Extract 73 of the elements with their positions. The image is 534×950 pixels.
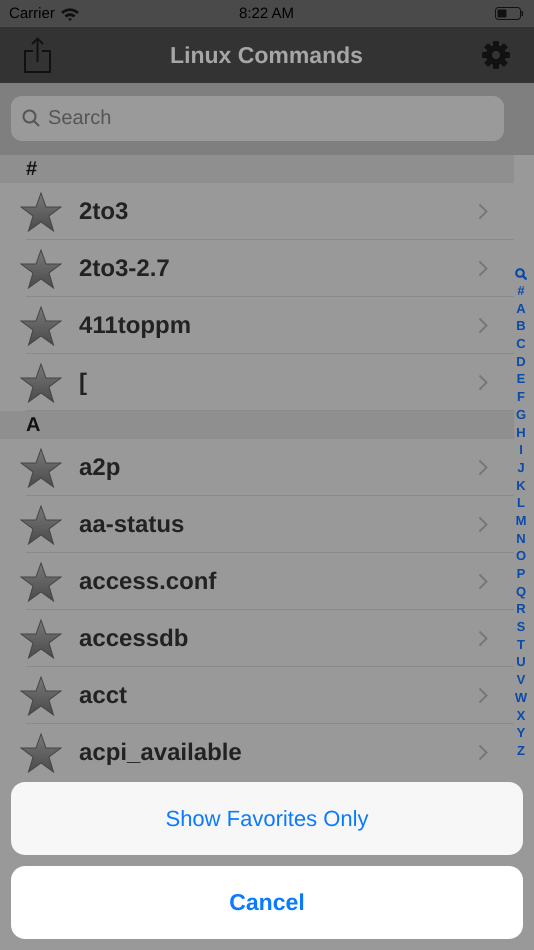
action-button[interactable]: Show Favorites Only xyxy=(11,782,523,855)
star-icon xyxy=(20,306,62,346)
chevron-icon xyxy=(478,260,488,277)
command-row[interactable]: aa-status xyxy=(0,496,514,553)
star-icon xyxy=(20,562,62,602)
section-header: A xyxy=(26,414,40,436)
command-row[interactable]: 2to3-2.7 xyxy=(0,240,514,297)
chevron-icon xyxy=(478,630,488,647)
star-icon xyxy=(20,448,62,488)
chevron-icon xyxy=(478,516,488,533)
index-letter[interactable]: I xyxy=(519,441,523,459)
cancel-button[interactable]: Cancel xyxy=(11,866,523,939)
star-icon xyxy=(20,192,62,232)
command-row[interactable]: a2p xyxy=(0,439,514,496)
chevron-icon xyxy=(478,459,488,476)
index-letter[interactable]: Y xyxy=(516,724,526,742)
share-button[interactable] xyxy=(24,37,51,73)
index-letter[interactable]: H xyxy=(516,424,526,442)
index-letter[interactable]: P xyxy=(516,565,526,583)
index-letter[interactable]: X xyxy=(516,706,526,724)
carrier-label: Carrier xyxy=(9,5,55,22)
index-letter[interactable]: N xyxy=(516,530,526,548)
command-row[interactable]: access.conf xyxy=(0,553,514,610)
chevron-icon xyxy=(478,573,488,590)
command-row[interactable]: [ xyxy=(0,354,514,411)
index-letter[interactable]: Z xyxy=(517,742,525,760)
star-icon xyxy=(20,504,62,544)
share-icon xyxy=(24,37,51,73)
index-letter[interactable]: T xyxy=(517,636,525,654)
index-letter[interactable]: J xyxy=(517,458,525,477)
chevron-icon xyxy=(478,744,488,761)
command-row[interactable]: 411toppm xyxy=(0,297,514,354)
wifi-icon xyxy=(60,6,80,21)
chevron-icon xyxy=(478,317,488,334)
battery-icon xyxy=(495,7,524,20)
search-icon xyxy=(22,109,40,127)
star-icon xyxy=(20,248,62,288)
chevron-icon xyxy=(478,687,488,704)
index-letter[interactable]: C xyxy=(516,335,526,353)
command-row[interactable]: acpi_available xyxy=(0,724,514,781)
chevron-icon xyxy=(478,203,488,220)
index-letter[interactable]: V xyxy=(516,671,526,689)
index-letter[interactable]: M xyxy=(516,512,526,530)
index-letter[interactable]: # xyxy=(517,282,525,300)
index-letter[interactable]: O xyxy=(516,547,526,565)
clock: 8:22 AM xyxy=(238,5,296,22)
command-row[interactable]: accessdb xyxy=(0,610,514,667)
index-letter[interactable]: L xyxy=(517,494,525,512)
settings-icon xyxy=(482,41,510,69)
index-letter[interactable]: R xyxy=(516,600,526,618)
search-icon xyxy=(515,268,527,280)
index-letter[interactable]: G xyxy=(516,406,526,424)
index-letter[interactable]: S xyxy=(516,618,526,636)
index-letter[interactable]: F xyxy=(517,388,525,406)
index-letter[interactable]: E xyxy=(516,370,526,388)
screen-title: Linux Commands xyxy=(170,42,363,68)
index-letter[interactable]: A xyxy=(516,300,526,318)
star-icon xyxy=(20,362,62,402)
command-row[interactable]: acct xyxy=(0,667,514,724)
command-row[interactable]: 2to3 xyxy=(0,183,514,240)
star-icon xyxy=(20,618,62,658)
star-icon xyxy=(20,732,62,772)
index-letter[interactable]: Q xyxy=(516,582,526,600)
star-icon xyxy=(20,676,62,716)
index-letter[interactable]: U xyxy=(516,653,526,672)
index-letter[interactable]: B xyxy=(516,317,526,336)
index-letter[interactable]: K xyxy=(516,476,526,494)
settings-button[interactable] xyxy=(482,41,510,69)
search-field[interactable]: Search xyxy=(11,96,504,141)
index-letter[interactable]: W xyxy=(514,688,528,706)
chevron-icon xyxy=(478,374,488,391)
section-header: # xyxy=(26,158,38,180)
index-letter[interactable]: D xyxy=(516,352,526,370)
